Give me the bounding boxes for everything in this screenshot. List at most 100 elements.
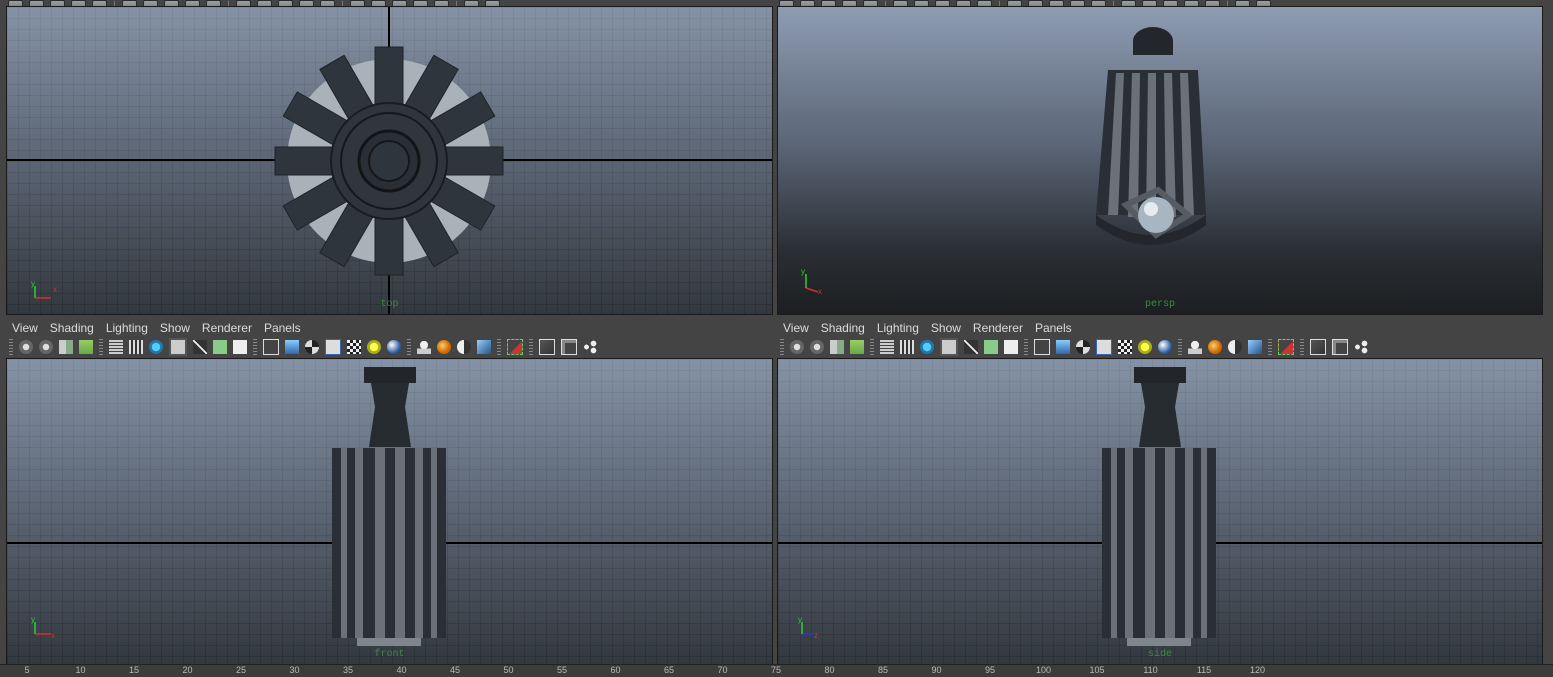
panel-menubar-bottom-left: View Shading Lighting Show Renderer Pane… [6, 319, 772, 337]
bookmarks-icon[interactable] [830, 340, 844, 354]
use-all-lights-icon[interactable] [1138, 340, 1152, 354]
xray-icon[interactable] [1310, 339, 1326, 355]
panel-grip-icon [9, 339, 13, 355]
viewport-persp[interactable]: persp x y [777, 6, 1543, 315]
use-default-material-icon[interactable] [1076, 340, 1090, 354]
menu-view[interactable]: View [777, 321, 815, 335]
xray-icon[interactable] [539, 339, 555, 355]
time-slider-ruler[interactable]: 5 10 15 20 25 30 35 40 45 50 55 60 65 70 75 80 85 90 95 100… [0, 664, 1553, 677]
high-quality-rendering-icon[interactable] [1188, 340, 1202, 354]
camera-attributes-icon[interactable] [39, 340, 53, 354]
cylinder-object-persp[interactable] [1088, 25, 1228, 255]
svg-text:z: z [814, 631, 818, 640]
wireframe-icon[interactable] [1034, 339, 1050, 355]
xray-components-icon[interactable] [583, 340, 597, 354]
select-camera-icon[interactable] [19, 340, 33, 354]
anti-aliasing-icon[interactable] [1248, 340, 1262, 354]
isolate-select-icon[interactable] [1278, 339, 1294, 355]
timeline-tick-label: 30 [289, 665, 300, 675]
panel-grip-icon [1268, 339, 1272, 355]
ambient-occlusion-icon[interactable] [437, 340, 451, 354]
panel-grip-icon [99, 339, 103, 355]
menu-shading[interactable]: Shading [44, 321, 100, 335]
menu-panels[interactable]: Panels [1029, 321, 1078, 335]
field-chart-icon[interactable] [964, 340, 978, 354]
use-default-material-icon[interactable] [305, 340, 319, 354]
smooth-shade-icon[interactable] [1056, 340, 1070, 354]
menu-view[interactable]: View [6, 321, 44, 335]
timeline-tick-label: 20 [182, 665, 193, 675]
anti-aliasing-icon[interactable] [477, 340, 491, 354]
image-plane-icon[interactable] [79, 340, 93, 354]
grid-toggle-icon[interactable] [109, 340, 123, 354]
safe-action-icon[interactable] [984, 340, 998, 354]
gate-mask-icon[interactable] [169, 338, 187, 356]
viewport-side[interactable]: side z y [777, 358, 1543, 665]
menu-lighting[interactable]: Lighting [100, 321, 154, 335]
resolution-gate-icon[interactable] [149, 340, 163, 354]
timeline-tick-label: 80 [824, 665, 835, 675]
menu-shading[interactable]: Shading [815, 321, 871, 335]
axis-gizmo: x y [31, 615, 55, 640]
panel-grip-icon [529, 339, 533, 355]
safe-action-icon[interactable] [213, 340, 227, 354]
menu-renderer[interactable]: Renderer [967, 321, 1029, 335]
timeline-tick-label: 65 [663, 665, 675, 675]
viewport-front[interactable]: front x y [6, 358, 773, 665]
grid-toggle-icon[interactable] [880, 340, 894, 354]
timeline-tick-label: 100 [1035, 665, 1052, 675]
panel-grip-icon [497, 339, 501, 355]
menu-show[interactable]: Show [154, 321, 196, 335]
motion-blur-icon[interactable] [457, 340, 471, 354]
timeline-tick-label: 35 [342, 665, 354, 675]
menu-panels[interactable]: Panels [258, 321, 307, 335]
svg-text:x: x [51, 631, 55, 640]
film-gate-icon[interactable] [900, 340, 914, 354]
field-chart-icon[interactable] [193, 340, 207, 354]
menu-renderer[interactable]: Renderer [196, 321, 258, 335]
cylinder-object-side[interactable] [1101, 367, 1221, 657]
isolate-select-icon[interactable] [507, 339, 523, 355]
resolution-gate-icon[interactable] [920, 340, 934, 354]
timeline-tick-label: 110 [1143, 665, 1158, 675]
timeline-tick-label: 25 [235, 665, 247, 675]
smooth-shade-icon[interactable] [285, 340, 299, 354]
svg-text:x: x [53, 285, 57, 294]
svg-text:y: y [31, 615, 35, 624]
motion-blur-icon[interactable] [1228, 340, 1242, 354]
image-plane-icon[interactable] [850, 340, 864, 354]
use-all-lights-icon[interactable] [367, 340, 381, 354]
gate-mask-icon[interactable] [940, 338, 958, 356]
axis-gizmo: x y [31, 279, 57, 299]
timeline-tick-label: 70 [717, 665, 728, 675]
viewport-top[interactable]: top x y [6, 6, 773, 315]
bookmarks-icon[interactable] [59, 340, 73, 354]
timeline-tick-label: 15 [128, 665, 140, 675]
xray-joints-icon[interactable] [1332, 339, 1348, 355]
textured-icon[interactable] [347, 340, 361, 354]
menu-lighting[interactable]: Lighting [871, 321, 925, 335]
ambient-occlusion-icon[interactable] [1208, 340, 1222, 354]
select-camera-icon[interactable] [790, 340, 804, 354]
cylinder-object-front[interactable] [331, 367, 451, 657]
camera-label: side [1147, 649, 1173, 660]
wireframe-icon[interactable] [263, 339, 279, 355]
camera-attributes-icon[interactable] [810, 340, 824, 354]
timeline-tick-label: 105 [1089, 665, 1105, 675]
wireframe-on-shaded-icon[interactable] [1096, 339, 1112, 355]
xray-joints-icon[interactable] [561, 339, 577, 355]
panel-grip-icon [1178, 339, 1182, 355]
high-quality-rendering-icon[interactable] [417, 340, 431, 354]
gear-object-top-view[interactable] [273, 45, 505, 277]
safe-title-icon[interactable] [233, 340, 247, 354]
panel-grip-icon [1300, 339, 1304, 355]
wireframe-on-shaded-icon[interactable] [325, 339, 341, 355]
shadows-icon[interactable] [387, 340, 401, 354]
menu-show[interactable]: Show [925, 321, 967, 335]
xray-components-icon[interactable] [1354, 340, 1368, 354]
panel-grip-icon [407, 339, 411, 355]
textured-icon[interactable] [1118, 340, 1132, 354]
shadows-icon[interactable] [1158, 340, 1172, 354]
film-gate-icon[interactable] [129, 340, 143, 354]
safe-title-icon[interactable] [1004, 340, 1018, 354]
